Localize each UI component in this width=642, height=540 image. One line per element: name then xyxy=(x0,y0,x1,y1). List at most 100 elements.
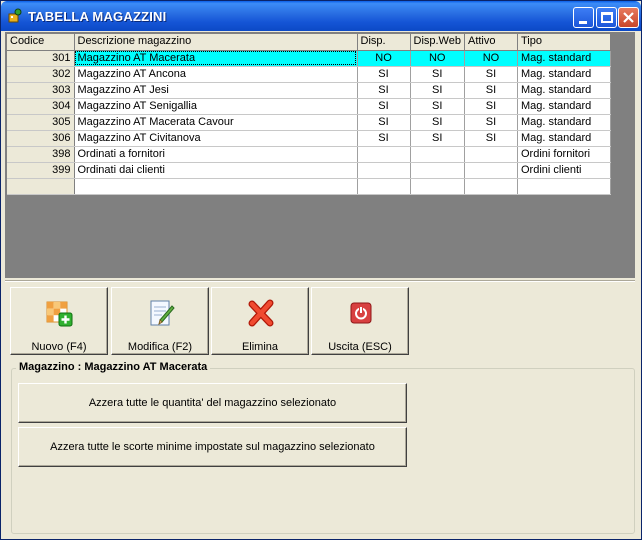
cell-attivo[interactable] xyxy=(464,146,518,163)
cell-attivo[interactable]: NO xyxy=(464,50,518,67)
exit-button[interactable]: Uscita (ESC) xyxy=(311,287,409,355)
table-row[interactable]: 301 Magazzino AT Macerata NO NO NO Mag. stand… xyxy=(7,50,611,67)
column-header-descrizione[interactable]: Descrizione magazzino xyxy=(74,34,358,51)
minimize-button[interactable] xyxy=(573,7,594,28)
cell-disp[interactable]: SI xyxy=(357,82,411,99)
divider xyxy=(5,280,635,282)
reset-quantities-button[interactable]: Azzera tutte le quantita' del magazzino … xyxy=(18,383,407,423)
cell-descrizione[interactable]: Ordinati a fornitori xyxy=(74,146,358,163)
new-button[interactable]: Nuovo (F4) xyxy=(10,287,108,355)
warehouse-table[interactable]: Codice Descrizione magazzino Disp. Disp.… xyxy=(7,34,611,195)
cell-descrizione[interactable]: Ordinati dai clienti xyxy=(74,162,358,179)
grid-container[interactable]: Codice Descrizione magazzino Disp. Disp.… xyxy=(5,32,635,278)
reset-min-stock-label: Azzera tutte le scorte minime impostate … xyxy=(50,441,375,453)
cell-disp-web[interactable] xyxy=(410,178,465,195)
cell-attivo[interactable]: SI xyxy=(464,114,518,131)
cell-disp[interactable]: SI xyxy=(357,130,411,147)
cell-attivo[interactable]: SI xyxy=(464,82,518,99)
table-header: Codice Descrizione magazzino Disp. Disp.… xyxy=(7,34,611,51)
cell-disp-web[interactable]: SI xyxy=(410,130,465,147)
cell-attivo[interactable]: SI xyxy=(464,130,518,147)
cell-tipo[interactable]: Ordini clienti xyxy=(517,162,611,179)
column-header-disp-web[interactable]: Disp.Web xyxy=(410,34,465,51)
title-bar[interactable]: TABELLA MAGAZZINI xyxy=(1,1,641,31)
close-icon xyxy=(623,12,634,23)
column-header-disp[interactable]: Disp. xyxy=(357,34,411,51)
cell-codice[interactable]: 303 xyxy=(7,82,75,99)
delete-button[interactable]: Elimina xyxy=(211,287,309,355)
app-icon xyxy=(8,8,22,23)
column-header-codice[interactable]: Codice xyxy=(7,34,75,51)
cell-disp[interactable] xyxy=(357,146,411,163)
cell-disp[interactable]: SI xyxy=(357,66,411,83)
edit-icon xyxy=(150,300,175,326)
cell-descrizione[interactable]: Magazzino AT Civitanova xyxy=(74,130,358,147)
close-button[interactable] xyxy=(618,7,639,28)
cell-descrizione[interactable] xyxy=(74,178,358,195)
reset-quantities-label: Azzera tutte le quantita' del magazzino … xyxy=(88,397,337,409)
new-button-label: Nuovo (F4) xyxy=(31,341,87,353)
table-row[interactable]: 399 Ordinati dai clienti Ordini clienti xyxy=(7,162,611,179)
cell-attivo[interactable]: SI xyxy=(464,98,518,115)
window-title: TABELLA MAGAZZINI xyxy=(28,9,167,24)
cell-codice[interactable]: 305 xyxy=(7,114,75,131)
cell-descrizione[interactable]: Magazzino AT Macerata xyxy=(74,50,358,67)
cell-tipo[interactable]: Mag. standard xyxy=(517,66,611,83)
cell-disp-web[interactable] xyxy=(410,162,465,179)
cell-disp-web[interactable]: SI xyxy=(410,98,465,115)
cell-descrizione[interactable]: Magazzino AT Senigallia xyxy=(74,98,358,115)
cell-attivo[interactable] xyxy=(464,162,518,179)
cell-disp[interactable]: SI xyxy=(357,114,411,131)
cell-codice[interactable]: 398 xyxy=(7,146,75,163)
cell-tipo[interactable]: Mag. standard xyxy=(517,114,611,131)
cell-disp[interactable] xyxy=(357,162,411,179)
exit-button-label: Uscita (ESC) xyxy=(328,341,392,353)
delete-button-label: Elimina xyxy=(241,341,279,353)
maximize-icon xyxy=(601,12,613,23)
column-header-tipo[interactable]: Tipo xyxy=(517,34,611,51)
cell-disp[interactable]: SI xyxy=(357,98,411,115)
new-grid-icon xyxy=(46,301,73,327)
cell-codice[interactable]: 304 xyxy=(7,98,75,115)
cell-disp-web[interactable]: SI xyxy=(410,82,465,99)
cell-descrizione[interactable]: Magazzino AT Ancona xyxy=(74,66,358,83)
edit-button[interactable]: Modifica (F2) xyxy=(111,287,209,355)
table-row[interactable]: 398 Ordinati a fornitori Ordini fornitori xyxy=(7,146,611,163)
maximize-button[interactable] xyxy=(596,7,617,28)
edit-button-label: Modifica (F2) xyxy=(127,341,193,353)
table-row[interactable]: 303 Magazzino AT Jesi SI SI SI Mag. standard xyxy=(7,82,611,99)
cell-tipo[interactable]: Mag. standard xyxy=(517,130,611,147)
delete-x-icon xyxy=(248,299,274,327)
cell-codice[interactable]: 301 xyxy=(7,50,75,67)
cell-attivo[interactable] xyxy=(464,178,518,195)
cell-tipo[interactable]: Mag. standard xyxy=(517,82,611,99)
power-icon xyxy=(350,302,372,324)
cell-attivo[interactable]: SI xyxy=(464,66,518,83)
cell-tipo[interactable]: Mag. standard xyxy=(517,98,611,115)
table-row[interactable]: 302 Magazzino AT Ancona SI SI SI Mag. standar… xyxy=(7,66,611,83)
cell-codice[interactable]: 399 xyxy=(7,162,75,179)
minimize-icon xyxy=(579,21,587,24)
cell-disp-web[interactable] xyxy=(410,146,465,163)
groupbox-title: Magazzino : Magazzino AT Macerata xyxy=(16,361,211,373)
cell-disp-web[interactable]: SI xyxy=(410,66,465,83)
cell-codice[interactable] xyxy=(7,178,75,195)
cell-codice[interactable]: 302 xyxy=(7,66,75,83)
cell-descrizione[interactable]: Magazzino AT Macerata Cavour xyxy=(74,114,358,131)
table-row[interactable]: 305 Magazzino AT Macerata Cavour SI SI SI Mag… xyxy=(7,114,611,131)
column-header-attivo[interactable]: Attivo xyxy=(464,34,518,51)
cell-disp-web[interactable]: NO xyxy=(410,50,465,67)
cell-disp[interactable] xyxy=(357,178,411,195)
cell-tipo[interactable]: Mag. standard xyxy=(517,50,611,67)
cell-disp-web[interactable]: SI xyxy=(410,114,465,131)
window: TABELLA MAGAZZINI Codice Descrizione mag… xyxy=(0,0,642,540)
table-row[interactable] xyxy=(7,178,611,195)
cell-tipo[interactable]: Ordini fornitori xyxy=(517,146,611,163)
table-row[interactable]: 306 Magazzino AT Civitanova SI SI SI Mag. sta… xyxy=(7,130,611,147)
table-row[interactable]: 304 Magazzino AT Senigallia SI SI SI Mag. sta… xyxy=(7,98,611,115)
cell-descrizione[interactable]: Magazzino AT Jesi xyxy=(74,82,358,99)
cell-codice[interactable]: 306 xyxy=(7,130,75,147)
cell-tipo[interactable] xyxy=(517,178,611,195)
cell-disp[interactable]: NO xyxy=(357,50,411,67)
reset-min-stock-button[interactable]: Azzera tutte le scorte minime impostate … xyxy=(18,427,407,467)
